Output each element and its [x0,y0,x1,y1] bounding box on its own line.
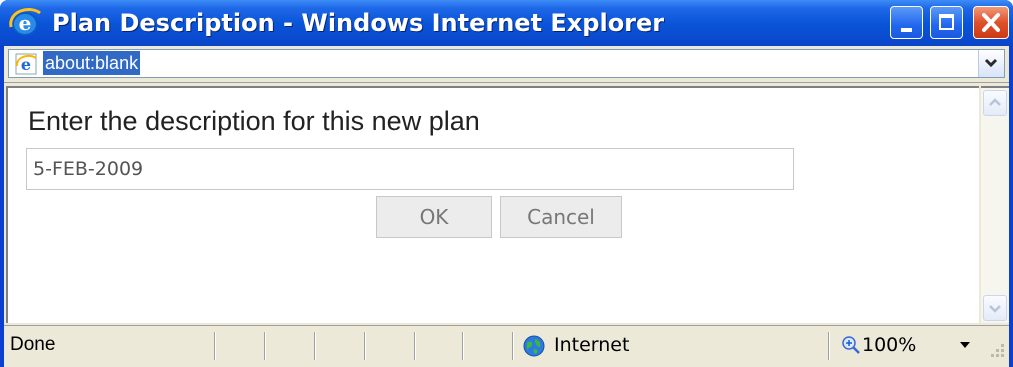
browser-client: e about:blank Enter the description for … [4,46,1009,367]
status-separator [462,332,464,360]
chevron-up-icon [989,98,1001,106]
address-dropdown-button[interactable] [978,50,1004,77]
status-separator [828,332,830,360]
ie-logo-icon: e [9,8,41,36]
status-separator [512,332,514,360]
close-icon [982,13,1000,32]
chevron-down-icon [989,305,1001,313]
status-bar: Done Internet 100% [4,325,1009,366]
vertical-scrollbar[interactable] [981,86,1009,323]
minimize-icon [901,28,912,32]
close-button[interactable] [973,6,1009,39]
maximize-button[interactable] [930,6,963,39]
svg-text:e: e [19,11,32,35]
scroll-up-button[interactable] [983,90,1007,116]
title-bar[interactable]: e Plan Description - Windows Internet Ex… [0,0,1013,46]
address-bar: e about:blank [4,46,1009,83]
status-separator [364,332,366,360]
status-separator [214,332,216,360]
page-content: Enter the description for this new plan … [6,86,979,323]
address-field[interactable]: e about:blank [8,49,1005,78]
maximize-icon [939,14,954,30]
ok-button[interactable]: OK [376,196,492,238]
address-url[interactable]: about:blank [43,51,141,75]
chevron-down-icon [984,58,998,68]
browser-window: e Plan Description - Windows Internet Ex… [0,0,1013,367]
window-title: Plan Description - Windows Internet Expl… [52,9,665,37]
globe-icon[interactable] [522,334,546,358]
zoom-level[interactable]: 100% [862,334,916,356]
status-separator [264,332,266,360]
minimize-button[interactable] [890,6,923,39]
scroll-down-button[interactable] [983,295,1007,321]
zoom-dropdown-icon[interactable] [960,342,970,348]
status-text: Done [10,334,56,355]
cancel-button[interactable]: Cancel [500,196,622,238]
status-separator [314,332,316,360]
description-input[interactable] [26,148,794,190]
security-zone-label[interactable]: Internet [554,334,629,356]
description-prompt: Enter the description for this new plan [28,106,480,136]
ie-page-icon: e [15,53,37,75]
status-separator [414,332,416,360]
resize-grip-icon[interactable] [986,340,1006,360]
zoom-icon[interactable] [842,336,860,354]
